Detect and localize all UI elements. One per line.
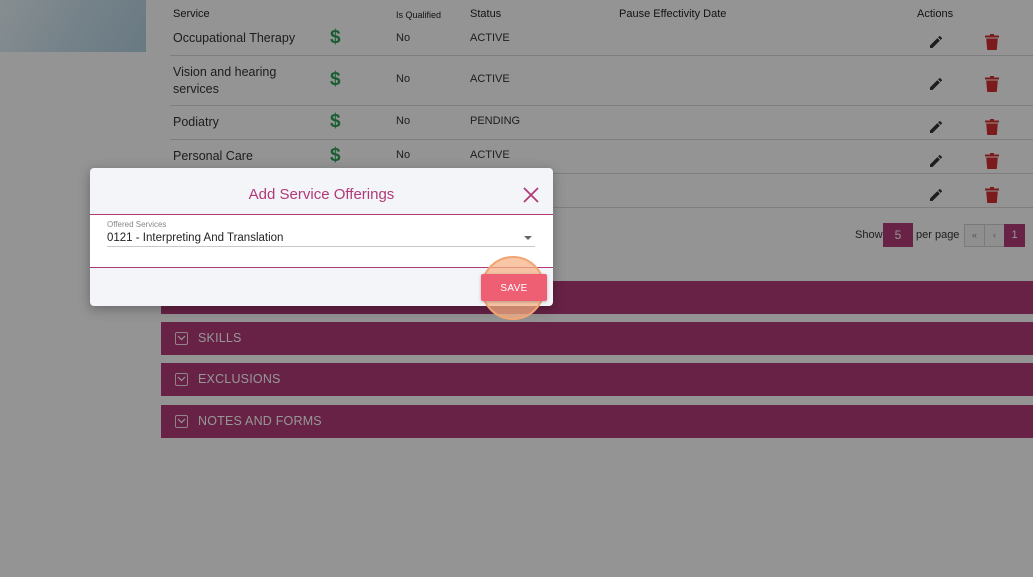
chevron-down-icon[interactable] <box>524 236 532 240</box>
modal-title: Add Service Offerings <box>248 186 395 203</box>
close-icon[interactable] <box>522 186 540 204</box>
offered-services-label: Offered Services <box>107 220 167 229</box>
save-button[interactable]: SAVE <box>481 274 547 301</box>
divider <box>90 267 553 268</box>
field-underline <box>107 246 535 247</box>
offered-services-value[interactable]: 0121 - Interpreting And Translation <box>107 232 283 244</box>
